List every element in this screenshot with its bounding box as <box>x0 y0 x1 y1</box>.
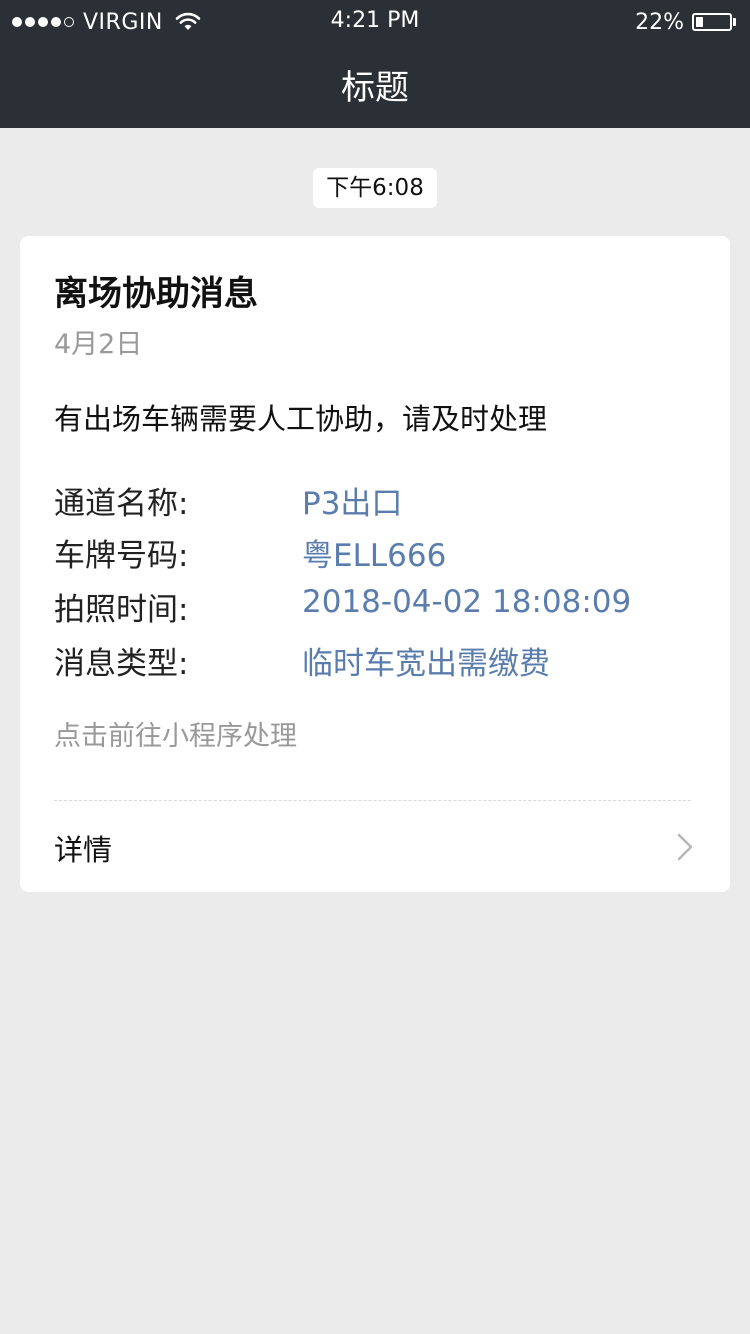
field-message-type: 消息类型: 临时车宽出需缴费 <box>54 638 704 682</box>
detail-link[interactable]: 详情 <box>20 802 730 892</box>
message-description: 有出场车辆需要人工协助，请及时处理 <box>54 402 548 436</box>
field-photo-time: 拍照时间: 2018-04-02 18:08:09 <box>54 584 704 628</box>
dashed-divider <box>54 800 691 801</box>
message-title: 离场协助消息 <box>54 274 258 314</box>
app-header: VIRGIN 4:21 PM 22% 标题 <box>0 0 750 128</box>
detail-label: 详情 <box>54 833 113 867</box>
field-channel-name: 通道名称: P3出口 <box>54 478 704 522</box>
field-plate-number: 车牌号码: 粤ELL666 <box>54 530 704 574</box>
field-value: 2018-04-02 18:08:09 <box>302 584 632 620</box>
battery-nub <box>733 18 736 26</box>
chevron-right-icon <box>677 833 693 861</box>
battery-icon <box>692 13 732 31</box>
message-date: 4月2日 <box>54 329 143 360</box>
message-timestamp: 下午6:08 <box>313 168 437 208</box>
field-value: 粤ELL666 <box>302 538 447 574</box>
field-label: 通道名称: <box>54 486 189 522</box>
field-value: P3出口 <box>302 486 403 522</box>
battery-fill <box>696 17 703 27</box>
battery-percentage: 22% <box>635 9 684 35</box>
field-label: 消息类型: <box>54 646 189 682</box>
mini-program-hint: 点击前往小程序处理 <box>54 721 297 752</box>
field-label: 拍照时间: <box>54 592 189 628</box>
field-label: 车牌号码: <box>54 538 189 574</box>
battery-indicator: 22% <box>635 9 736 35</box>
page-title: 标题 <box>341 68 409 108</box>
message-card[interactable]: 离场协助消息 4月2日 有出场车辆需要人工协助，请及时处理 通道名称: P3出口… <box>20 236 730 892</box>
status-bar: VIRGIN 4:21 PM 22% <box>0 0 750 44</box>
field-value: 临时车宽出需缴费 <box>302 646 550 682</box>
